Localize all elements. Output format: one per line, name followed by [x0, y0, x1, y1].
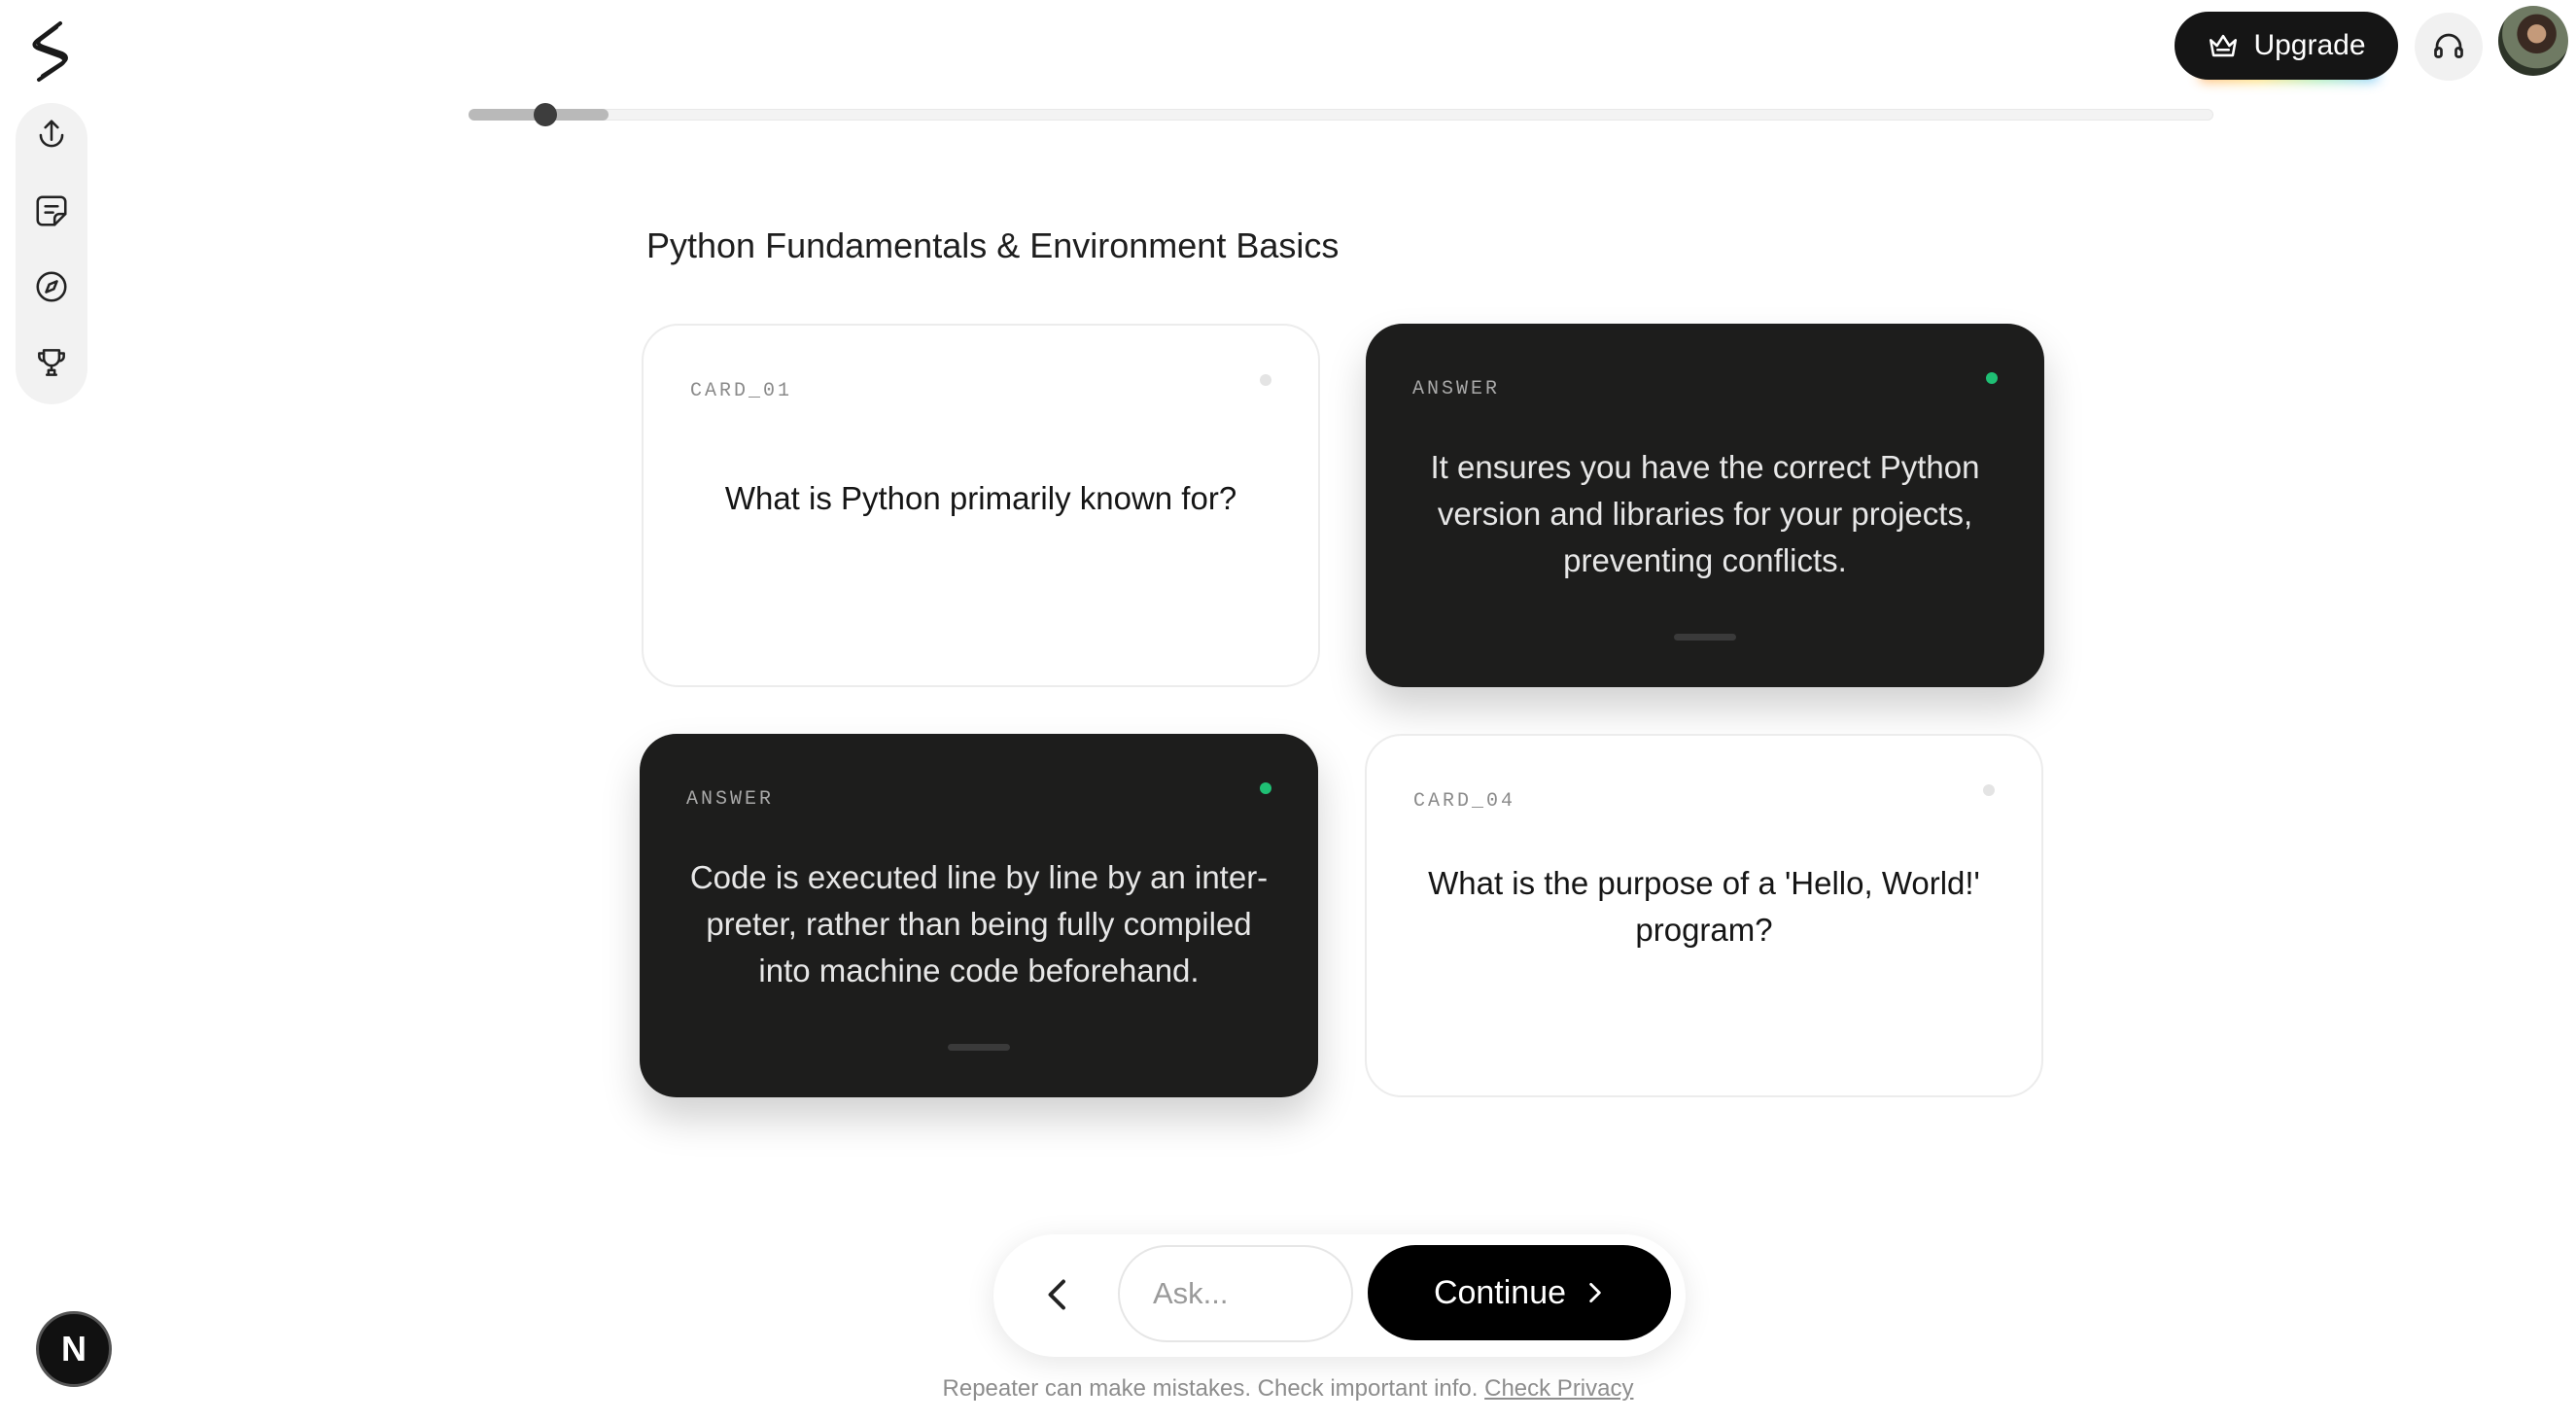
trophy-icon — [38, 349, 65, 376]
chevron-left-icon — [1048, 1279, 1065, 1310]
card-question: What is Python primarily known for? — [724, 480, 1237, 516]
status-dot — [1260, 374, 1271, 386]
flashcard-3[interactable]: ANSWER Code is executed line by line by … — [640, 734, 1318, 1097]
flashcard-2[interactable]: ANSWER It ensures you have the correct P… — [1366, 324, 2044, 687]
card-handle — [1674, 634, 1736, 641]
brand-logo-icon[interactable] — [27, 19, 74, 84]
back-button[interactable] — [1028, 1261, 1087, 1329]
status-dot — [1986, 372, 1998, 384]
footer: Repeater can make mistakes. Check import… — [0, 1375, 2576, 1403]
flashcard-4[interactable]: CARD_04 What is the purpose of a 'Hello,… — [1365, 734, 2043, 1097]
progress-track — [469, 109, 2213, 121]
card-handle — [948, 1044, 1010, 1051]
headset-icon — [2434, 33, 2463, 58]
user-avatar[interactable] — [2498, 6, 2568, 76]
card-tag: ANSWER — [686, 788, 775, 811]
chevron-right-icon — [1589, 1282, 1601, 1303]
support-button[interactable] — [2415, 13, 2483, 81]
sticky-note-icon — [36, 195, 67, 226]
ask-input[interactable] — [1118, 1245, 1353, 1342]
upgrade-label: Upgrade — [2253, 29, 2366, 61]
card-answer: Code is executed line by line by an inte… — [689, 859, 1269, 988]
status-dot — [1260, 782, 1271, 794]
sidebar-item-trophy[interactable] — [29, 340, 74, 385]
sidebar-item-explore[interactable] — [29, 264, 74, 309]
deck-title: Python Fundamentals & Environment Basics — [646, 225, 1340, 265]
progress-knob[interactable] — [534, 103, 557, 126]
card-tag: ANSWER — [1412, 378, 1501, 400]
card-answer: It ensures you have the correct Python v… — [1430, 449, 1980, 578]
card-question: What is the purpose of a 'Hello, World!'… — [1428, 865, 1980, 948]
crown-icon — [2210, 34, 2238, 57]
upgrade-button[interactable]: Upgrade — [2175, 12, 2398, 80]
disclaimer-text: Repeater can make mistakes. Check import… — [942, 1375, 1479, 1402]
sidebar-item-upload[interactable] — [29, 113, 74, 157]
sidebar-item-notes[interactable] — [29, 189, 74, 233]
upload-icon — [39, 120, 64, 148]
card-tag: CARD_04 — [1413, 790, 1516, 813]
privacy-link[interactable]: Check Privacy — [1484, 1375, 1633, 1402]
n-badge-letter: N — [61, 1329, 87, 1369]
continue-label: Continue — [1433, 1273, 1567, 1311]
compass-icon — [36, 271, 67, 302]
sidebar-rail — [16, 103, 87, 404]
card-tag: CARD_01 — [690, 380, 793, 402]
status-dot — [1983, 784, 1995, 796]
continue-button[interactable]: Continue — [1368, 1245, 1671, 1340]
flashcard-1[interactable]: CARD_01 What is Python primarily known f… — [642, 324, 1320, 687]
